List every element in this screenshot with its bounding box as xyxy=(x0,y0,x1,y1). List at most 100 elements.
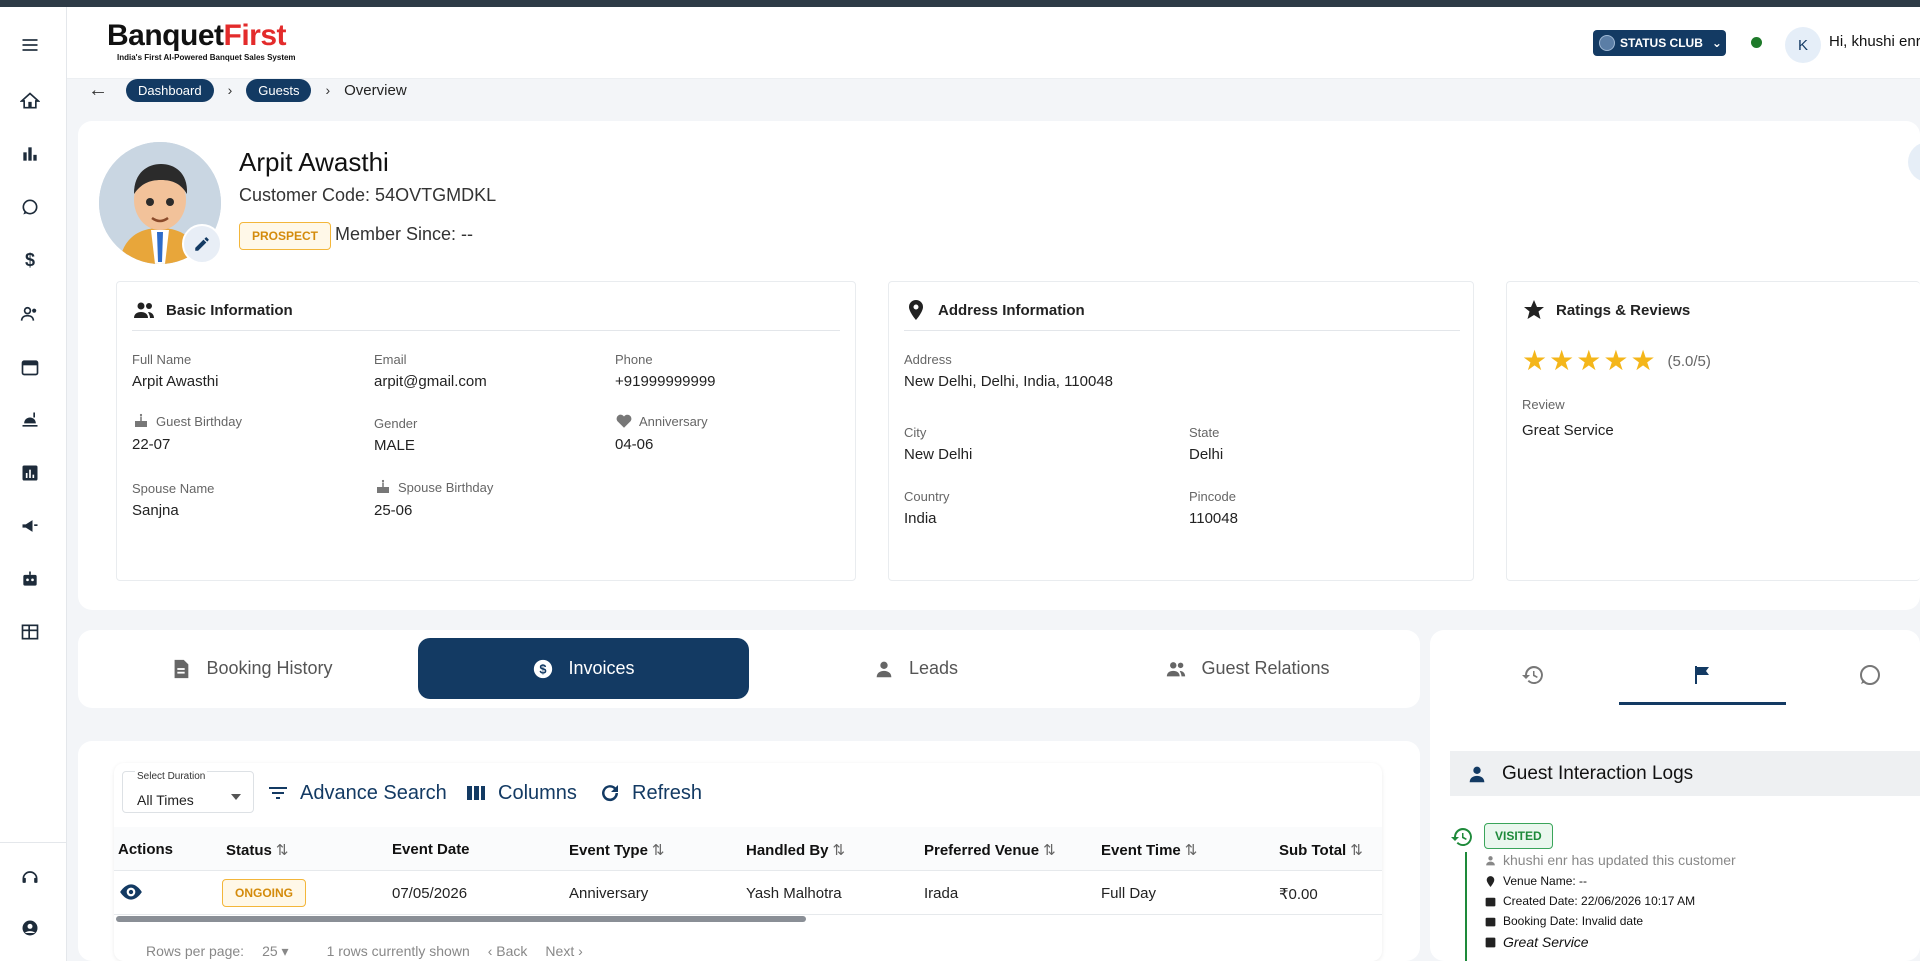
col-handled-by[interactable]: Handled By ⇅ xyxy=(746,841,845,859)
tab-leads[interactable]: Leads xyxy=(750,638,1081,699)
breadcrumb-dashboard[interactable]: Dashboard xyxy=(126,78,214,102)
next-button[interactable]: Next › xyxy=(545,943,582,960)
col-actions: Actions xyxy=(118,841,174,858)
cell-event-type: Anniversary xyxy=(569,885,649,902)
columns-icon xyxy=(467,786,485,800)
horizontal-scrollbar[interactable] xyxy=(116,916,806,922)
log-venue: Venue Name: -- xyxy=(1484,874,1587,888)
sort-icon: ⇅ xyxy=(1350,842,1363,859)
sidebar: $ xyxy=(0,7,67,961)
edit-avatar-button[interactable] xyxy=(182,224,222,264)
person-icon xyxy=(1469,766,1485,782)
brand-logo[interactable]: BanquetFirst India's First AI-Powered Ba… xyxy=(107,19,296,62)
log-created: Created Date: 22/06/2026 10:17 AM xyxy=(1484,894,1695,908)
breadcrumb: ← Dashboard › Guests › Overview xyxy=(88,77,407,103)
bar-chart-icon[interactable] xyxy=(15,139,45,169)
tab-invoices[interactable]: $ Invoices xyxy=(418,638,749,699)
tabs-bar: Booking History $ Invoices Leads Guest R… xyxy=(78,630,1420,708)
field-spouse-name: Spouse Name Sanjna xyxy=(132,481,215,519)
columns-button[interactable]: Columns xyxy=(464,781,577,805)
star-icon: ★ xyxy=(1630,345,1656,376)
col-status[interactable]: Status ⇅ xyxy=(226,841,288,859)
calendar-icon xyxy=(1485,897,1496,906)
guest-name: Arpit Awasthi xyxy=(239,147,389,177)
breadcrumb-current: Overview xyxy=(344,81,407,99)
location-pin-icon xyxy=(1486,875,1495,887)
star-icon: ★ xyxy=(1549,345,1575,376)
advance-search-button[interactable]: Advance Search xyxy=(266,781,447,805)
field-state: State Delhi xyxy=(1189,425,1224,463)
address-info-box: Address Information Address New Delhi, D… xyxy=(888,281,1474,581)
field-anniversary: Anniversary 04-06 xyxy=(615,413,708,454)
people-icon xyxy=(134,302,154,318)
history-icon[interactable] xyxy=(1518,660,1548,690)
field-pincode: Pincode 110048 xyxy=(1189,489,1238,527)
calendar-icon[interactable] xyxy=(15,352,45,382)
rows-per-page-select[interactable]: 25 ▾ xyxy=(262,943,289,960)
support-icon[interactable] xyxy=(15,862,45,892)
cell-sub-total: ₹0.00 xyxy=(1279,886,1318,903)
whatsapp-icon[interactable] xyxy=(1855,660,1885,690)
flag-icon[interactable] xyxy=(1687,660,1717,690)
star-icon: ★ xyxy=(1576,345,1602,376)
dollar-icon[interactable]: $ xyxy=(15,245,45,275)
select-duration-dropdown[interactable]: Select Duration All Times xyxy=(122,771,254,813)
divider xyxy=(904,330,1460,331)
whatsapp-icon[interactable] xyxy=(15,192,45,222)
ratings-box: Ratings & Reviews ★ ★ ★ ★ ★ (5.0/5) Revi… xyxy=(1506,281,1920,581)
field-review: Review Great Service xyxy=(1522,397,1614,439)
col-event-type[interactable]: Event Type ⇅ xyxy=(569,841,665,859)
log-updated: khushi enr has updated this customer xyxy=(1484,852,1736,868)
people-icon[interactable] xyxy=(15,299,45,329)
menu-icon[interactable] xyxy=(15,30,45,60)
calendar-icon xyxy=(1485,917,1496,926)
basic-info-box: Basic Information Full Name Arpit Awasth… xyxy=(116,281,856,581)
food-icon[interactable] xyxy=(15,405,45,435)
megaphone-icon[interactable] xyxy=(15,511,45,541)
ratings-title: Ratings & Reviews xyxy=(1522,298,1690,322)
robot-icon[interactable] xyxy=(15,564,45,594)
cell-handled-by: Yash Malhotra xyxy=(746,885,842,902)
tab-guest-relations[interactable]: Guest Relations xyxy=(1082,638,1413,699)
col-sub-total[interactable]: Sub Total ⇅ xyxy=(1279,841,1363,859)
history-icon xyxy=(1450,825,1474,854)
star-rating: ★ ★ ★ ★ ★ (5.0/5) xyxy=(1522,347,1711,375)
visited-badge: VISITED xyxy=(1484,823,1553,849)
club-selector-button[interactable]: STATUS CLUB ⌄ xyxy=(1593,30,1726,56)
edit-note-icon xyxy=(1485,937,1496,947)
log-booking: Booking Date: Invalid date xyxy=(1484,914,1643,928)
refresh-button[interactable]: Refresh xyxy=(598,781,702,805)
cake-icon xyxy=(377,479,389,493)
breadcrumb-guests[interactable]: Guests xyxy=(246,78,312,102)
document-icon xyxy=(175,659,189,678)
user-avatar[interactable]: K xyxy=(1785,27,1821,63)
cell-event-date: 07/05/2026 xyxy=(392,885,468,902)
table-row: ONGOING 07/05/2026 Anniversary Yash Malh… xyxy=(114,871,1382,915)
rows-shown-text: 1 rows currently shown xyxy=(326,943,470,959)
field-phone: Phone +91999999999 xyxy=(615,352,716,390)
report-icon[interactable] xyxy=(15,458,45,488)
log-review: Great Service xyxy=(1484,934,1589,950)
view-eye-icon[interactable] xyxy=(118,879,144,909)
status-badge: ONGOING xyxy=(222,879,307,907)
interaction-panel: Guest Interaction Logs VISITED khushi en… xyxy=(1430,630,1920,961)
table-header: Actions Status ⇅ Event Date Event Type ⇅ H… xyxy=(114,827,1382,871)
account-icon[interactable] xyxy=(15,913,45,943)
back-arrow-icon[interactable]: ← xyxy=(88,79,108,102)
home-icon[interactable] xyxy=(15,86,45,116)
svg-text:$: $ xyxy=(540,661,547,676)
field-address: Address New Delhi, Delhi, India, 110048 xyxy=(904,352,1114,390)
invoices-card: Select Duration All Times Advance Search… xyxy=(78,741,1420,961)
filter-icon xyxy=(269,787,287,799)
col-event-time[interactable]: Event Time ⇅ xyxy=(1101,841,1197,859)
active-tab-indicator xyxy=(1619,702,1786,705)
col-preferred-venue[interactable]: Preferred Venue ⇅ xyxy=(924,841,1056,859)
table-icon[interactable] xyxy=(15,617,45,647)
online-status-dot xyxy=(1751,37,1762,48)
chevron-right-icon: › xyxy=(325,82,331,98)
tab-booking-history[interactable]: Booking History xyxy=(86,638,417,699)
col-event-date[interactable]: Event Date xyxy=(392,841,470,858)
back-button[interactable]: ‹ Back xyxy=(488,943,528,960)
rating-score: (5.0/5) xyxy=(1667,352,1711,370)
cell-venue: Irada xyxy=(924,885,959,902)
